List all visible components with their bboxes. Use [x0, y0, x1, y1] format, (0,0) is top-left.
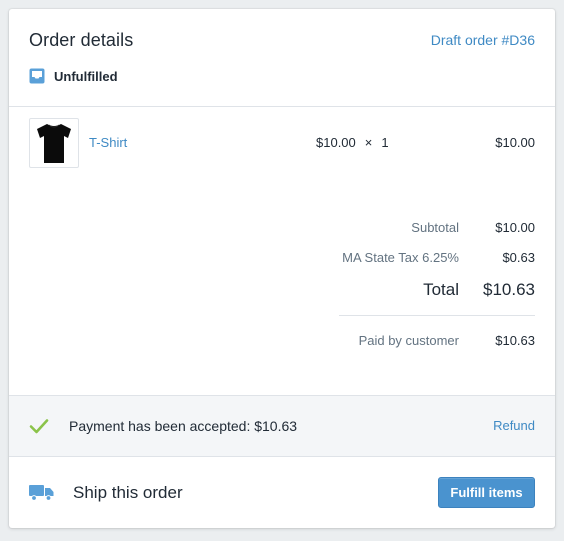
payment-message: Payment has been accepted: $10.63	[69, 418, 298, 434]
fulfill-items-button[interactable]: Fulfill items	[438, 477, 535, 508]
quantity: 1	[381, 135, 389, 150]
line-item-row: T-Shirt $10.00 × 1 $10.00	[29, 118, 535, 168]
subtotal-label: Subtotal	[411, 220, 459, 235]
total-label: Total	[423, 280, 459, 299]
checkmark-icon	[29, 419, 49, 434]
paid-label: Paid by customer	[358, 333, 459, 348]
unit-price: $10.00	[316, 135, 356, 150]
total-value: $10.63	[483, 280, 535, 299]
status-label: Unfulfilled	[54, 68, 118, 84]
shipping-section: Ship this order Fulfill items	[9, 457, 555, 528]
refund-link[interactable]: Refund	[493, 418, 535, 433]
fulfillment-status: Unfulfilled	[29, 67, 118, 85]
subtotal-value: $10.00	[495, 220, 535, 235]
payment-status-bar: Payment has been accepted: $10.63 Refund	[9, 395, 555, 457]
price-quantity: $10.00 × 1	[316, 135, 389, 150]
times-sign: ×	[364, 135, 373, 150]
product-thumbnail[interactable]	[29, 118, 79, 168]
total-row: Total $10.63	[319, 280, 535, 300]
totals-divider	[339, 315, 535, 316]
tax-row: MA State Tax 6.25% $0.63	[319, 250, 535, 270]
t-shirt-image	[37, 124, 71, 163]
page-title: Order details	[29, 30, 134, 50]
paid-row: Paid by customer $10.63	[319, 333, 535, 353]
truck-icon	[29, 485, 54, 501]
paid-value: $10.63	[495, 333, 535, 348]
tax-value: $0.63	[502, 250, 535, 265]
tax-label: MA State Tax 6.25%	[342, 250, 459, 265]
order-details-card: Order details Draft order #D36 Unfulfill…	[9, 9, 555, 528]
order-header: Order details Draft order #D36 Unfulfill…	[9, 9, 555, 107]
line-total: $10.00	[495, 135, 535, 150]
inbox-icon	[29, 68, 45, 84]
ship-message: Ship this order	[73, 483, 183, 502]
draft-order-link[interactable]: Draft order #D36	[431, 32, 535, 48]
product-link[interactable]: T-Shirt	[89, 135, 127, 150]
subtotal-row: Subtotal $10.00	[319, 220, 535, 240]
